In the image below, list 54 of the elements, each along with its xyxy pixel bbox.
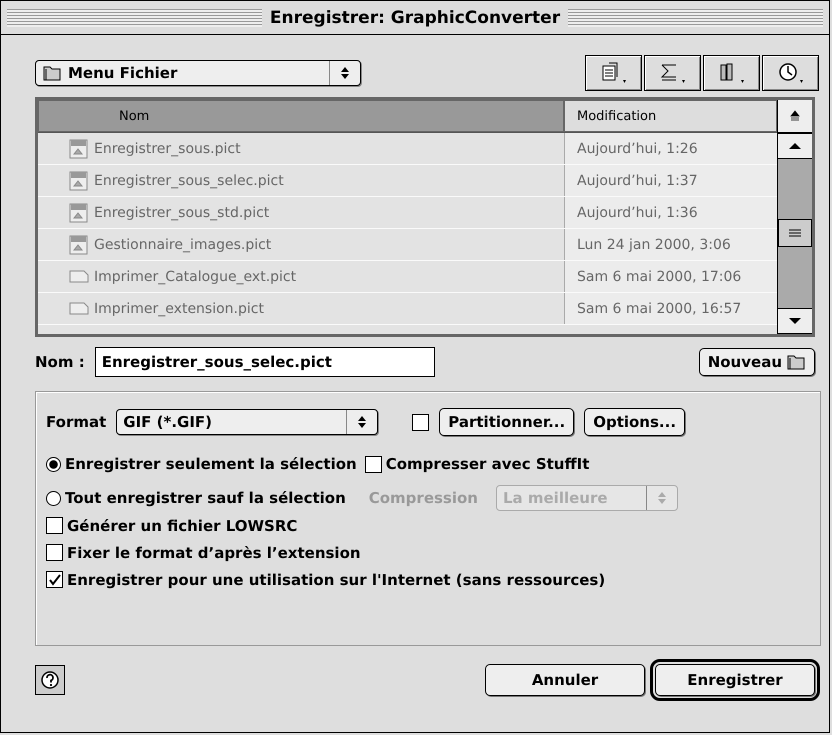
updown-arrows-icon (656, 491, 667, 505)
partition-button[interactable]: Partitionner... (439, 408, 574, 436)
option-checkbox-row[interactable]: Fixer le format d’après l’extension (46, 539, 810, 566)
help-icon (40, 670, 60, 690)
compress-checkbox-row[interactable]: Compresser avec StuffIt (364, 450, 678, 478)
file-name[interactable]: Imprimer_extension.pict (94, 300, 264, 316)
file-name[interactable]: Gestionnaire_images.pict (94, 236, 272, 252)
scrollbar-thumb[interactable] (778, 219, 812, 247)
modified-date: Aujourd’hui, 1:26 (577, 140, 698, 156)
name-label: Nom : (35, 353, 85, 371)
help-button[interactable] (35, 665, 65, 695)
file-name-field[interactable]: Enregistrer_sous_selec.pict (94, 347, 435, 377)
folder-tool-button[interactable] (703, 55, 760, 91)
format-label: Format (46, 413, 106, 431)
clock-tool-button[interactable] (762, 55, 819, 91)
updown-arrows-icon (357, 415, 368, 429)
document-tool-button[interactable] (585, 55, 642, 91)
file-name[interactable]: Enregistrer_sous_selec.pict (94, 172, 284, 188)
format-menu[interactable]: GIF (*.GIF) (116, 409, 378, 435)
checkbox[interactable] (46, 517, 63, 534)
column-header[interactable]: Nom (38, 100, 564, 132)
modified-date: Sam 6 mai 2000, 17:06 (577, 268, 742, 284)
modified-date: Lun 24 jan 2000, 3:06 (577, 236, 731, 252)
pict-file-icon (68, 234, 90, 256)
option-checkbox-row[interactable]: Enregistrer pour une utilisation sur l'Internet (sans ressources) (46, 566, 810, 593)
gif-file-icon (68, 202, 90, 224)
save-scope-radio[interactable]: Enregistrer seulement la sélection (46, 450, 357, 478)
dialog-button[interactable]: Annuler (485, 664, 645, 696)
file-name[interactable]: Enregistrer_sous_std.pict (94, 204, 270, 220)
partition-checkbox[interactable] (412, 414, 430, 430)
checkbox[interactable] (364, 456, 382, 472)
file-name[interactable]: Enregistrer_sous.pict (94, 140, 241, 156)
location-menu[interactable]: Menu Fichier (35, 60, 361, 86)
sort-icon (789, 110, 801, 122)
column-header[interactable]: Modification (564, 100, 777, 132)
shortcut-tool-button[interactable] (644, 55, 701, 91)
modified-date: Aujourd’hui, 1:36 (577, 204, 698, 220)
new-folder-button[interactable]: Nouveau (698, 348, 815, 376)
folder-icon (42, 64, 62, 82)
gif-file-icon (68, 170, 90, 192)
compression-label: Compression (368, 489, 478, 507)
gif-file-icon (68, 138, 90, 160)
window-title: Enregistrer: GraphicConverter (270, 8, 560, 28)
radio-button[interactable] (46, 490, 61, 506)
modified-date: Sam 6 mai 2000, 16:57 (577, 300, 742, 316)
radio-button[interactable] (46, 456, 61, 472)
options-button[interactable]: Options... (584, 408, 686, 436)
file-name[interactable]: Imprimer_Catalogue_ext.pict (94, 268, 296, 284)
checkbox[interactable] (46, 571, 63, 588)
checkbox[interactable] (46, 544, 63, 561)
modified-date: Aujourd’hui, 1:37 (577, 172, 698, 188)
save-scope-radio[interactable]: Tout enregistrer sauf la sélection (46, 484, 357, 512)
folder-icon (786, 353, 806, 371)
option-checkbox-row[interactable]: Générer un fichier LOWSRC (46, 512, 810, 539)
